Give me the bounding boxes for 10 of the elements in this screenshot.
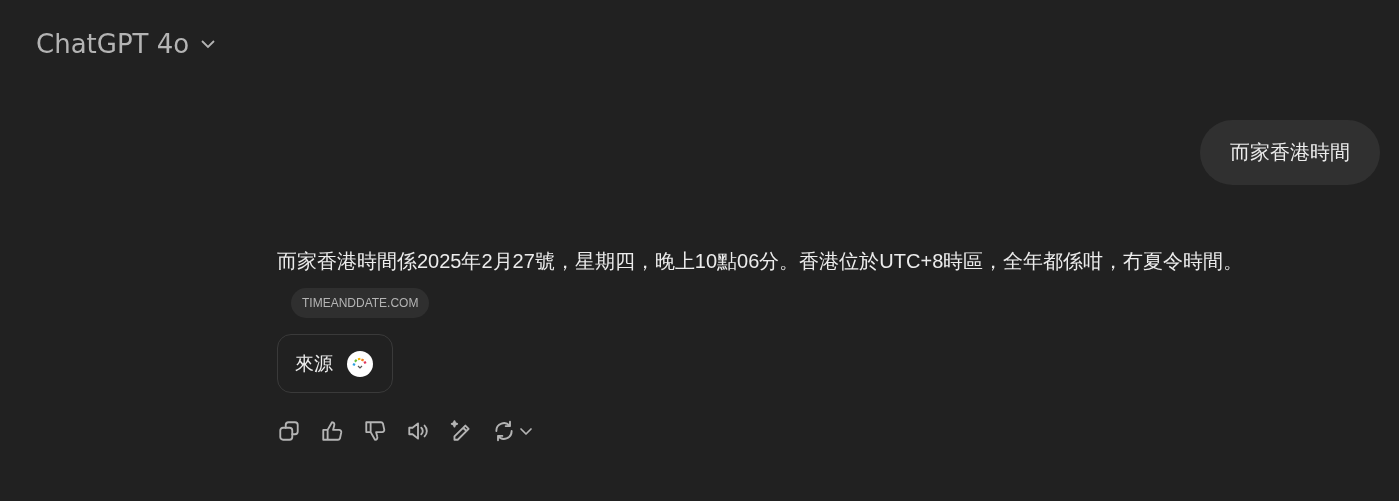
assistant-message: 而家香港時間係2025年2月27號，星期四，晚上10點06分。香港位於UTC+8時區，全年都係咁，冇夏令時間。 TIMEANDDATE.COM (277, 241, 1382, 321)
refresh-icon (492, 419, 516, 443)
thumbs-up-icon (320, 419, 344, 443)
citation-link[interactable]: TIMEANDDATE.COM (291, 287, 430, 318)
source-logo-icon (347, 350, 373, 377)
copy-icon (277, 419, 301, 443)
sources-button[interactable]: 來源 (277, 334, 393, 393)
user-message: 而家香港時間 (1200, 120, 1380, 185)
model-selector[interactable]: ChatGPT 4o (36, 29, 218, 59)
thumbs-down-icon (363, 419, 387, 443)
